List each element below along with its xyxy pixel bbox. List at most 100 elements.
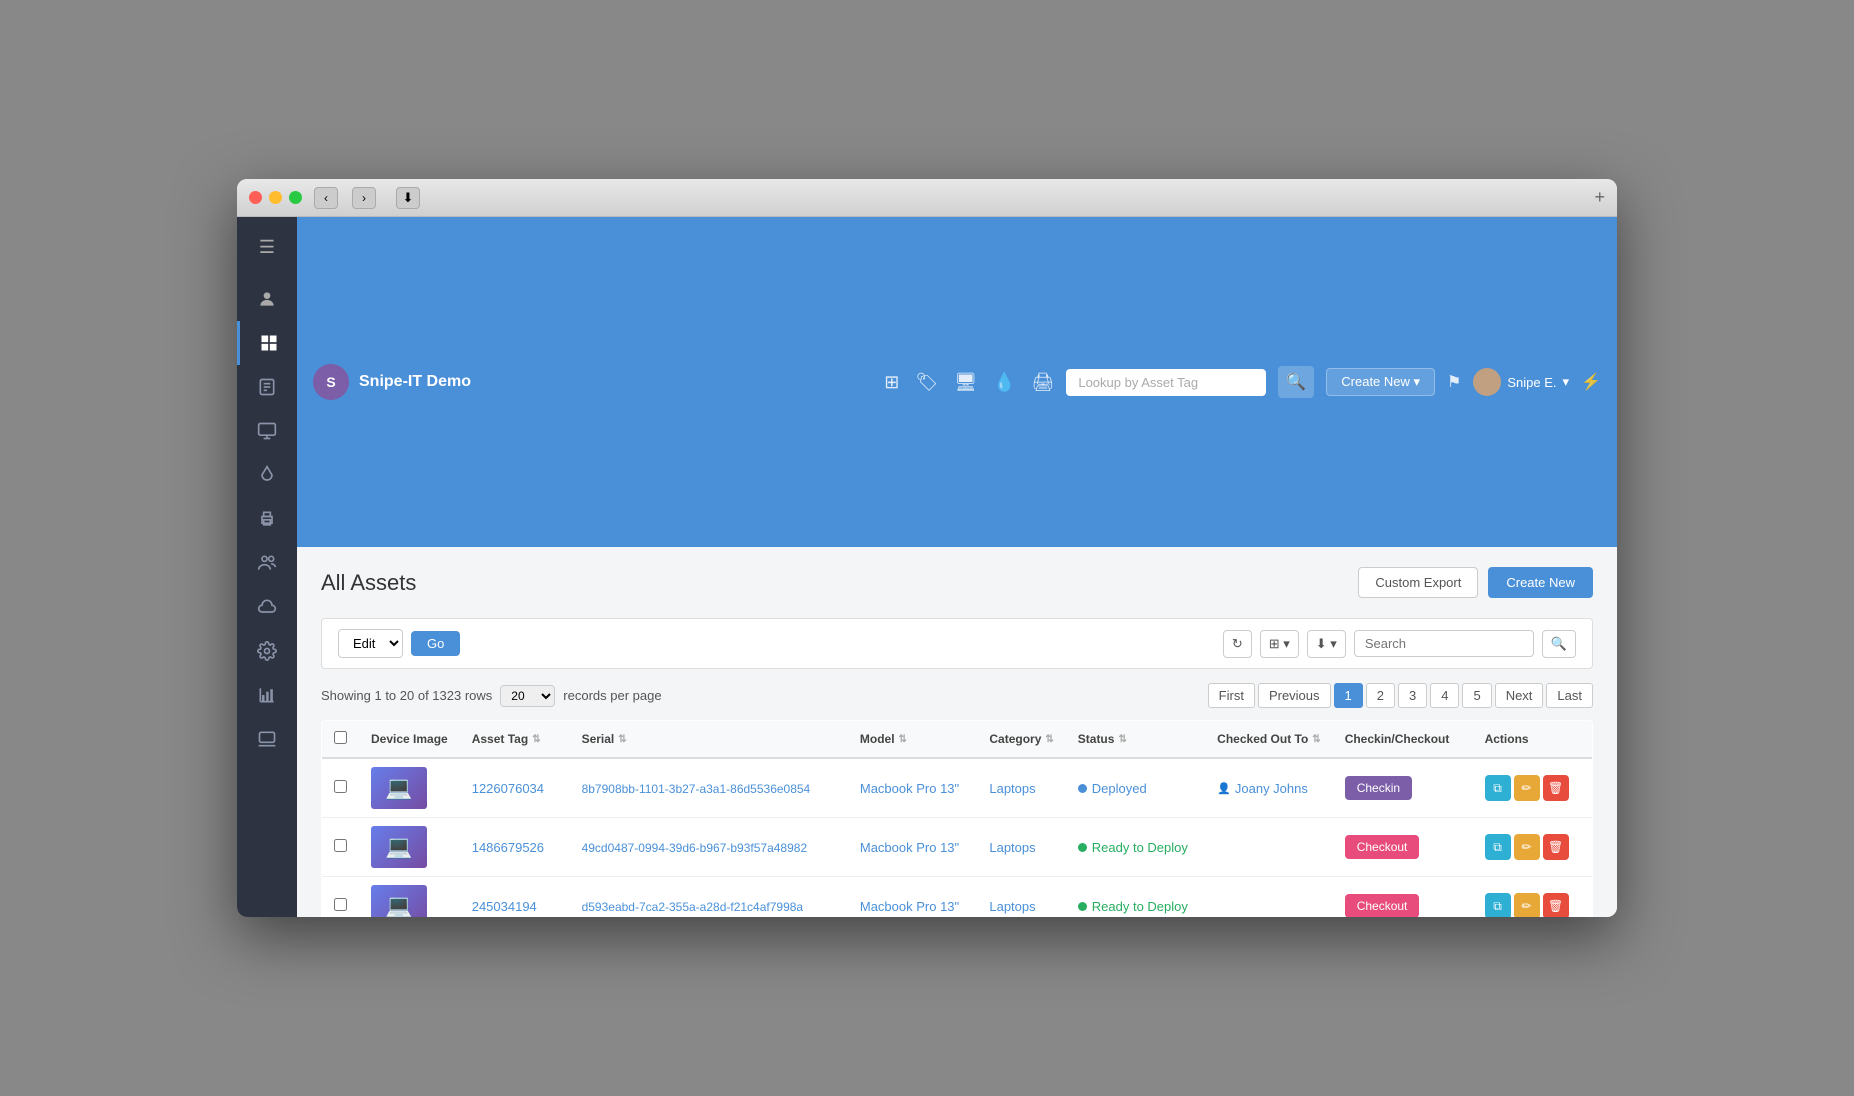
page-header-actions: Custom Export Create New: [1358, 567, 1593, 598]
page-5-button[interactable]: 5: [1462, 683, 1491, 708]
th-category[interactable]: Category⇅: [977, 721, 1065, 759]
flag-icon[interactable]: ⚑: [1447, 372, 1461, 392]
category-link[interactable]: Laptops: [989, 899, 1035, 914]
edit-button[interactable]: ✏: [1514, 834, 1540, 860]
sidebar-item-monitor[interactable]: [237, 717, 297, 761]
share-icon[interactable]: ⚡: [1581, 372, 1601, 392]
grid-icon[interactable]: ⊞: [884, 372, 899, 393]
checkin-button[interactable]: Checkin: [1345, 776, 1412, 800]
edit-button[interactable]: ✏: [1514, 775, 1540, 801]
records-per-page-select[interactable]: 20 50 100: [500, 685, 555, 707]
refresh-button[interactable]: ↻: [1223, 630, 1252, 658]
export-button[interactable]: ⬇ ▾: [1307, 630, 1346, 658]
sidebar-item-components[interactable]: [237, 497, 297, 541]
minimize-button[interactable]: [269, 191, 282, 204]
delete-button[interactable]: 🗑: [1543, 775, 1569, 801]
brand: S Snipe-IT Demo: [313, 364, 471, 400]
serial-link[interactable]: 49cd0487-0994-39d6-b967-b93f57a48982: [582, 841, 808, 855]
clone-button[interactable]: ⧉: [1485, 834, 1511, 860]
licenses-icon: [257, 377, 277, 397]
first-page-button[interactable]: First: [1208, 683, 1255, 708]
go-button[interactable]: Go: [411, 631, 460, 656]
monitor-nav-icon[interactable]: 🖥: [954, 372, 977, 393]
th-model[interactable]: Model⇅: [848, 721, 977, 759]
select-all-checkbox[interactable]: [334, 731, 347, 744]
row-checkbox[interactable]: [334, 839, 347, 852]
pagination-controls: First Previous 1 2 3 4 5 Next Last: [1208, 683, 1593, 708]
row-checkbox[interactable]: [334, 780, 347, 793]
model-link[interactable]: Macbook Pro 13": [860, 899, 959, 914]
serial-link[interactable]: 8b7908bb-1101-3b27-a3a1-86d5536e0854: [582, 782, 811, 796]
table-search-input[interactable]: [1354, 630, 1534, 657]
sidebar-item-reports[interactable]: [237, 673, 297, 717]
asset-tag-link[interactable]: 245034194: [472, 899, 537, 914]
clone-button[interactable]: ⧉: [1485, 893, 1511, 917]
asset-tag-link[interactable]: 1226076034: [472, 781, 544, 796]
download-button[interactable]: ⬇: [396, 187, 420, 209]
close-button[interactable]: [249, 191, 262, 204]
back-button[interactable]: ‹: [314, 187, 338, 209]
sidebar-item-settings[interactable]: [237, 629, 297, 673]
sidebar-item-menu[interactable]: ☰: [237, 225, 297, 269]
droplet-icon: [257, 465, 277, 485]
search-icon-button[interactable]: 🔍: [1542, 630, 1576, 658]
sidebar-item-assets[interactable]: [237, 321, 297, 365]
custom-export-button[interactable]: Custom Export: [1358, 567, 1478, 598]
checkout-button[interactable]: Checkout: [1345, 894, 1420, 917]
checkout-button[interactable]: Checkout: [1345, 835, 1420, 859]
checked-out-link[interactable]: 👤 Joany Johns: [1217, 781, 1321, 796]
search-button[interactable]: 🔍: [1278, 366, 1314, 398]
columns-button[interactable]: ⊞ ▾: [1260, 630, 1299, 658]
category-link[interactable]: Laptops: [989, 840, 1035, 855]
user-icon: 👤: [1217, 782, 1231, 795]
asset-tag-link[interactable]: 1486679526: [472, 840, 544, 855]
maximize-button[interactable]: [289, 191, 302, 204]
th-status[interactable]: Status⇅: [1066, 721, 1205, 759]
previous-page-button[interactable]: Previous: [1258, 683, 1331, 708]
delete-button[interactable]: 🗑: [1543, 834, 1569, 860]
serial-link[interactable]: d593eabd-7ca2-355a-a28d-f21c4af7998a: [582, 900, 804, 914]
serial-sort-icon: ⇅: [618, 734, 626, 745]
row-checkbox-cell: [322, 758, 360, 818]
th-asset-tag[interactable]: Asset Tag⇅: [460, 721, 570, 759]
bulk-action-select[interactable]: Edit: [338, 629, 403, 658]
sidebar-item-users[interactable]: [237, 541, 297, 585]
next-page-button[interactable]: Next: [1495, 683, 1544, 708]
create-new-button[interactable]: Create New: [1488, 567, 1593, 598]
titlebar-buttons: [249, 191, 302, 204]
droplet-nav-icon[interactable]: 💧: [993, 372, 1015, 393]
sidebar-item-licenses[interactable]: [237, 365, 297, 409]
th-serial[interactable]: Serial⇅: [570, 721, 848, 759]
page-1-button[interactable]: 1: [1334, 683, 1363, 708]
tag-icon[interactable]: 🏷: [915, 372, 938, 393]
serial-cell: 8b7908bb-1101-3b27-a3a1-86d5536e0854: [570, 758, 848, 818]
print-nav-icon[interactable]: 🖨: [1031, 372, 1054, 393]
new-tab-button[interactable]: +: [1594, 187, 1605, 208]
table-header-row: Device Image Asset Tag⇅ Serial⇅ Model⇅ C…: [322, 721, 1593, 759]
page-3-button[interactable]: 3: [1398, 683, 1427, 708]
navbar-user[interactable]: Snipe E. ▾: [1473, 368, 1569, 396]
print-icon: [257, 509, 277, 529]
sidebar-item-cloud[interactable]: [237, 585, 297, 629]
th-checked-out[interactable]: Checked Out To⇅: [1205, 721, 1333, 759]
forward-button[interactable]: ›: [352, 187, 376, 209]
create-new-nav-button[interactable]: Create New ▾: [1326, 368, 1435, 396]
sidebar-item-consumables[interactable]: [237, 453, 297, 497]
table-row: 💻 1486679526 49cd0487-0994-39d6-b967-b93…: [322, 818, 1593, 877]
asset-tag-search[interactable]: [1066, 369, 1266, 396]
category-link[interactable]: Laptops: [989, 781, 1035, 796]
page-4-button[interactable]: 4: [1430, 683, 1459, 708]
clone-button[interactable]: ⧉: [1485, 775, 1511, 801]
model-link[interactable]: Macbook Pro 13": [860, 781, 959, 796]
last-page-button[interactable]: Last: [1546, 683, 1593, 708]
edit-button[interactable]: ✏: [1514, 893, 1540, 917]
model-link[interactable]: Macbook Pro 13": [860, 840, 959, 855]
row-checkbox[interactable]: [334, 898, 347, 911]
toolbar: Edit Go ↻ ⊞ ▾ ⬇ ▾ 🔍: [321, 618, 1593, 669]
sidebar-item-dashboard[interactable]: [237, 277, 297, 321]
device-image: 💻: [371, 826, 427, 868]
delete-button[interactable]: 🗑: [1543, 893, 1569, 917]
user-avatar: [1473, 368, 1501, 396]
page-2-button[interactable]: 2: [1366, 683, 1395, 708]
sidebar-item-accessories[interactable]: [237, 409, 297, 453]
